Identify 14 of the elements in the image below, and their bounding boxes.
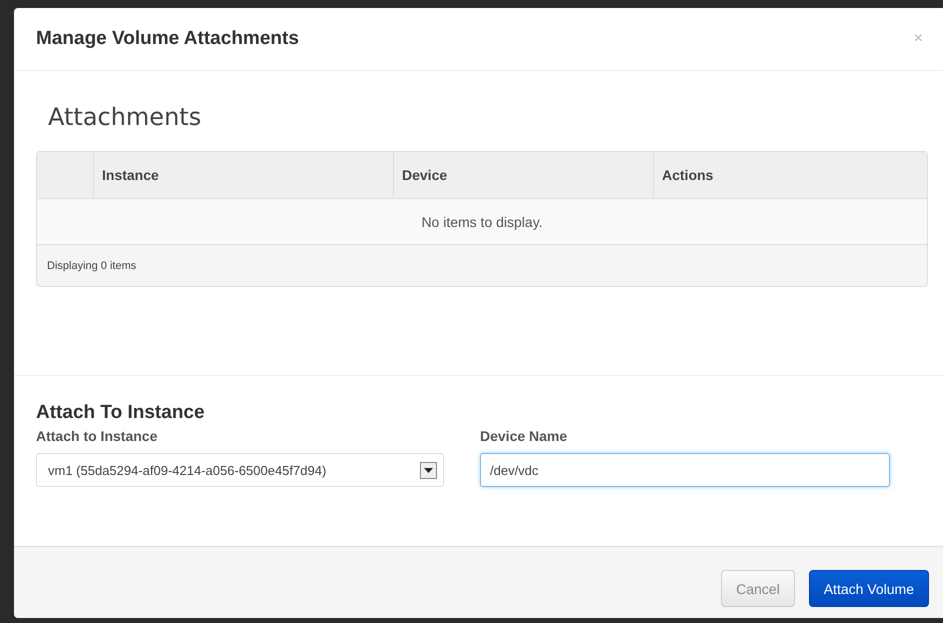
modal-title: Manage Volume Attachments (36, 28, 299, 50)
column-header: Instance (93, 152, 393, 198)
section-heading: Attachments (48, 103, 202, 131)
column-header: Device (393, 152, 653, 198)
device-name-field[interactable]: /dev/vdc (480, 453, 890, 487)
attach-button[interactable]: Attach Volume (808, 570, 929, 607)
field-label: Device Name (480, 428, 568, 444)
field-label: Attach to Instance (36, 428, 158, 444)
item-count: Displaying 0 items (47, 260, 136, 272)
column-header: Actions (653, 152, 927, 198)
empty-message: No items to display. (421, 214, 543, 230)
form-heading: Attach To Instance (36, 402, 206, 424)
instance-select[interactable]: vm1 (55da5294-af09-4214-a056-6500e45f7d94) (36, 453, 444, 487)
dropdown-icon (420, 462, 437, 478)
